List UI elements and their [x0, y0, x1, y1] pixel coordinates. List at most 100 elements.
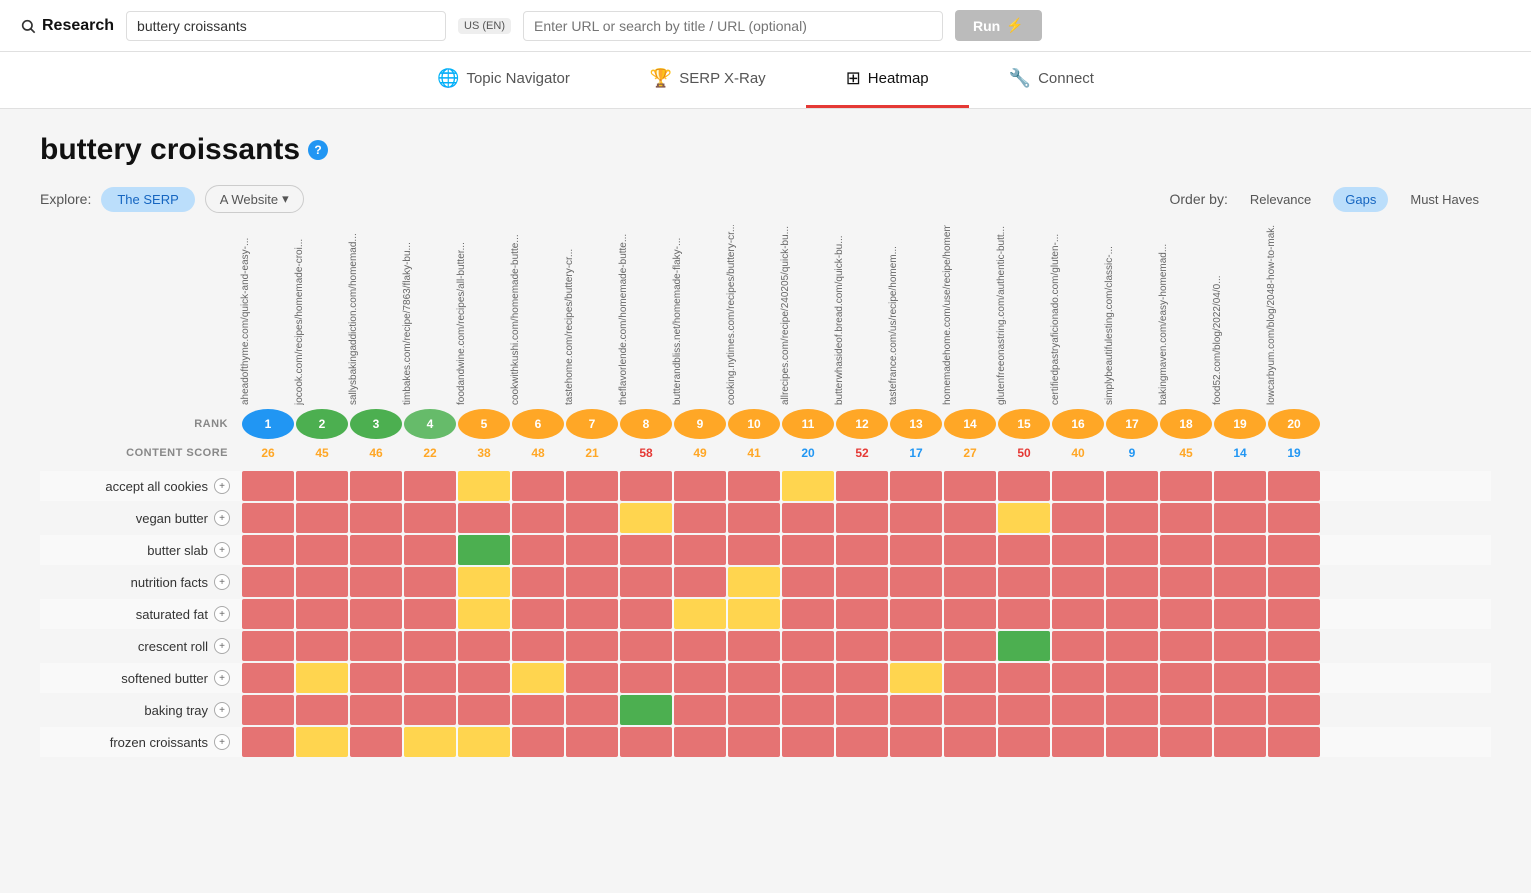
heat-cell[interactable] — [404, 599, 456, 629]
heat-cell[interactable] — [782, 503, 834, 533]
explore-website-dropdown[interactable]: A Website ▾ — [205, 185, 304, 213]
rank-bubble[interactable]: 14 — [944, 409, 996, 439]
heat-cell[interactable] — [674, 695, 726, 725]
heat-cell[interactable] — [512, 695, 564, 725]
heat-cell[interactable] — [242, 503, 294, 533]
heat-cell[interactable] — [1160, 599, 1212, 629]
heat-cell[interactable] — [890, 663, 942, 693]
heat-cell[interactable] — [1106, 471, 1158, 501]
topic-expand-button[interactable]: + — [214, 542, 230, 558]
heat-cell[interactable] — [296, 599, 348, 629]
heat-cell[interactable] — [836, 631, 888, 661]
heat-cell[interactable] — [242, 695, 294, 725]
heat-cell[interactable] — [728, 727, 780, 757]
heat-cell[interactable] — [1268, 471, 1320, 501]
heat-cell[interactable] — [242, 727, 294, 757]
heat-cell[interactable] — [566, 535, 618, 565]
heat-cell[interactable] — [512, 727, 564, 757]
heat-cell[interactable] — [944, 471, 996, 501]
heat-cell[interactable] — [512, 471, 564, 501]
heat-cell[interactable] — [1052, 599, 1104, 629]
heat-cell[interactable] — [1214, 695, 1266, 725]
heat-cell[interactable] — [1052, 663, 1104, 693]
heat-cell[interactable] — [1160, 567, 1212, 597]
rank-bubble[interactable]: 5 — [458, 409, 510, 439]
heat-cell[interactable] — [782, 535, 834, 565]
rank-bubble[interactable]: 9 — [674, 409, 726, 439]
heat-cell[interactable] — [404, 567, 456, 597]
heat-cell[interactable] — [836, 471, 888, 501]
heat-cell[interactable] — [1106, 567, 1158, 597]
heat-cell[interactable] — [458, 503, 510, 533]
heat-cell[interactable] — [1160, 471, 1212, 501]
heat-cell[interactable] — [512, 535, 564, 565]
search-input[interactable] — [126, 11, 446, 41]
heat-cell[interactable] — [350, 471, 402, 501]
topic-expand-button[interactable]: + — [214, 574, 230, 590]
heat-cell[interactable] — [944, 567, 996, 597]
rank-bubble[interactable]: 16 — [1052, 409, 1104, 439]
heat-cell[interactable] — [836, 535, 888, 565]
topic-expand-button[interactable]: + — [214, 702, 230, 718]
heat-cell[interactable] — [512, 599, 564, 629]
heat-cell[interactable] — [890, 631, 942, 661]
heat-cell[interactable] — [404, 727, 456, 757]
rank-bubble[interactable]: 15 — [998, 409, 1050, 439]
heat-cell[interactable] — [890, 599, 942, 629]
heat-cell[interactable] — [620, 631, 672, 661]
heat-cell[interactable] — [620, 535, 672, 565]
heat-cell[interactable] — [566, 599, 618, 629]
heat-cell[interactable] — [512, 663, 564, 693]
rank-bubble[interactable]: 1 — [242, 409, 294, 439]
rank-bubble[interactable]: 8 — [620, 409, 672, 439]
heat-cell[interactable] — [566, 631, 618, 661]
heat-cell[interactable] — [1160, 535, 1212, 565]
heat-cell[interactable] — [620, 503, 672, 533]
heat-cell[interactable] — [1214, 727, 1266, 757]
heat-cell[interactable] — [296, 567, 348, 597]
heat-cell[interactable] — [620, 567, 672, 597]
heat-cell[interactable] — [296, 471, 348, 501]
heat-cell[interactable] — [458, 663, 510, 693]
heat-cell[interactable] — [620, 663, 672, 693]
rank-bubble[interactable]: 13 — [890, 409, 942, 439]
heat-cell[interactable] — [728, 631, 780, 661]
heat-cell[interactable] — [836, 695, 888, 725]
info-badge[interactable]: ? — [308, 140, 328, 160]
heat-cell[interactable] — [728, 695, 780, 725]
rank-bubble[interactable]: 18 — [1160, 409, 1212, 439]
heat-cell[interactable] — [1214, 599, 1266, 629]
heat-cell[interactable] — [350, 535, 402, 565]
heat-cell[interactable] — [944, 727, 996, 757]
heat-cell[interactable] — [728, 535, 780, 565]
heat-cell[interactable] — [512, 567, 564, 597]
explore-the-serp-button[interactable]: The SERP — [101, 187, 194, 212]
heat-cell[interactable] — [1052, 695, 1104, 725]
heat-cell[interactable] — [296, 503, 348, 533]
rank-bubble[interactable]: 17 — [1106, 409, 1158, 439]
heat-cell[interactable] — [890, 567, 942, 597]
heat-cell[interactable] — [782, 471, 834, 501]
heat-cell[interactable] — [1052, 535, 1104, 565]
heat-cell[interactable] — [404, 535, 456, 565]
run-button[interactable]: Run ⚡ — [955, 10, 1042, 41]
heat-cell[interactable] — [242, 599, 294, 629]
heat-cell[interactable] — [296, 535, 348, 565]
heat-cell[interactable] — [998, 663, 1050, 693]
rank-bubble[interactable]: 12 — [836, 409, 888, 439]
topic-expand-button[interactable]: + — [214, 478, 230, 494]
heat-cell[interactable] — [1106, 663, 1158, 693]
heat-cell[interactable] — [512, 631, 564, 661]
heat-cell[interactable] — [782, 727, 834, 757]
heat-cell[interactable] — [242, 567, 294, 597]
heat-cell[interactable] — [404, 695, 456, 725]
heat-cell[interactable] — [836, 567, 888, 597]
heat-cell[interactable] — [890, 695, 942, 725]
heat-cell[interactable] — [944, 663, 996, 693]
heat-cell[interactable] — [1052, 631, 1104, 661]
heat-cell[interactable] — [1052, 503, 1104, 533]
heat-cell[interactable] — [674, 535, 726, 565]
rank-bubble[interactable]: 20 — [1268, 409, 1320, 439]
heat-cell[interactable] — [242, 535, 294, 565]
heat-cell[interactable] — [458, 631, 510, 661]
